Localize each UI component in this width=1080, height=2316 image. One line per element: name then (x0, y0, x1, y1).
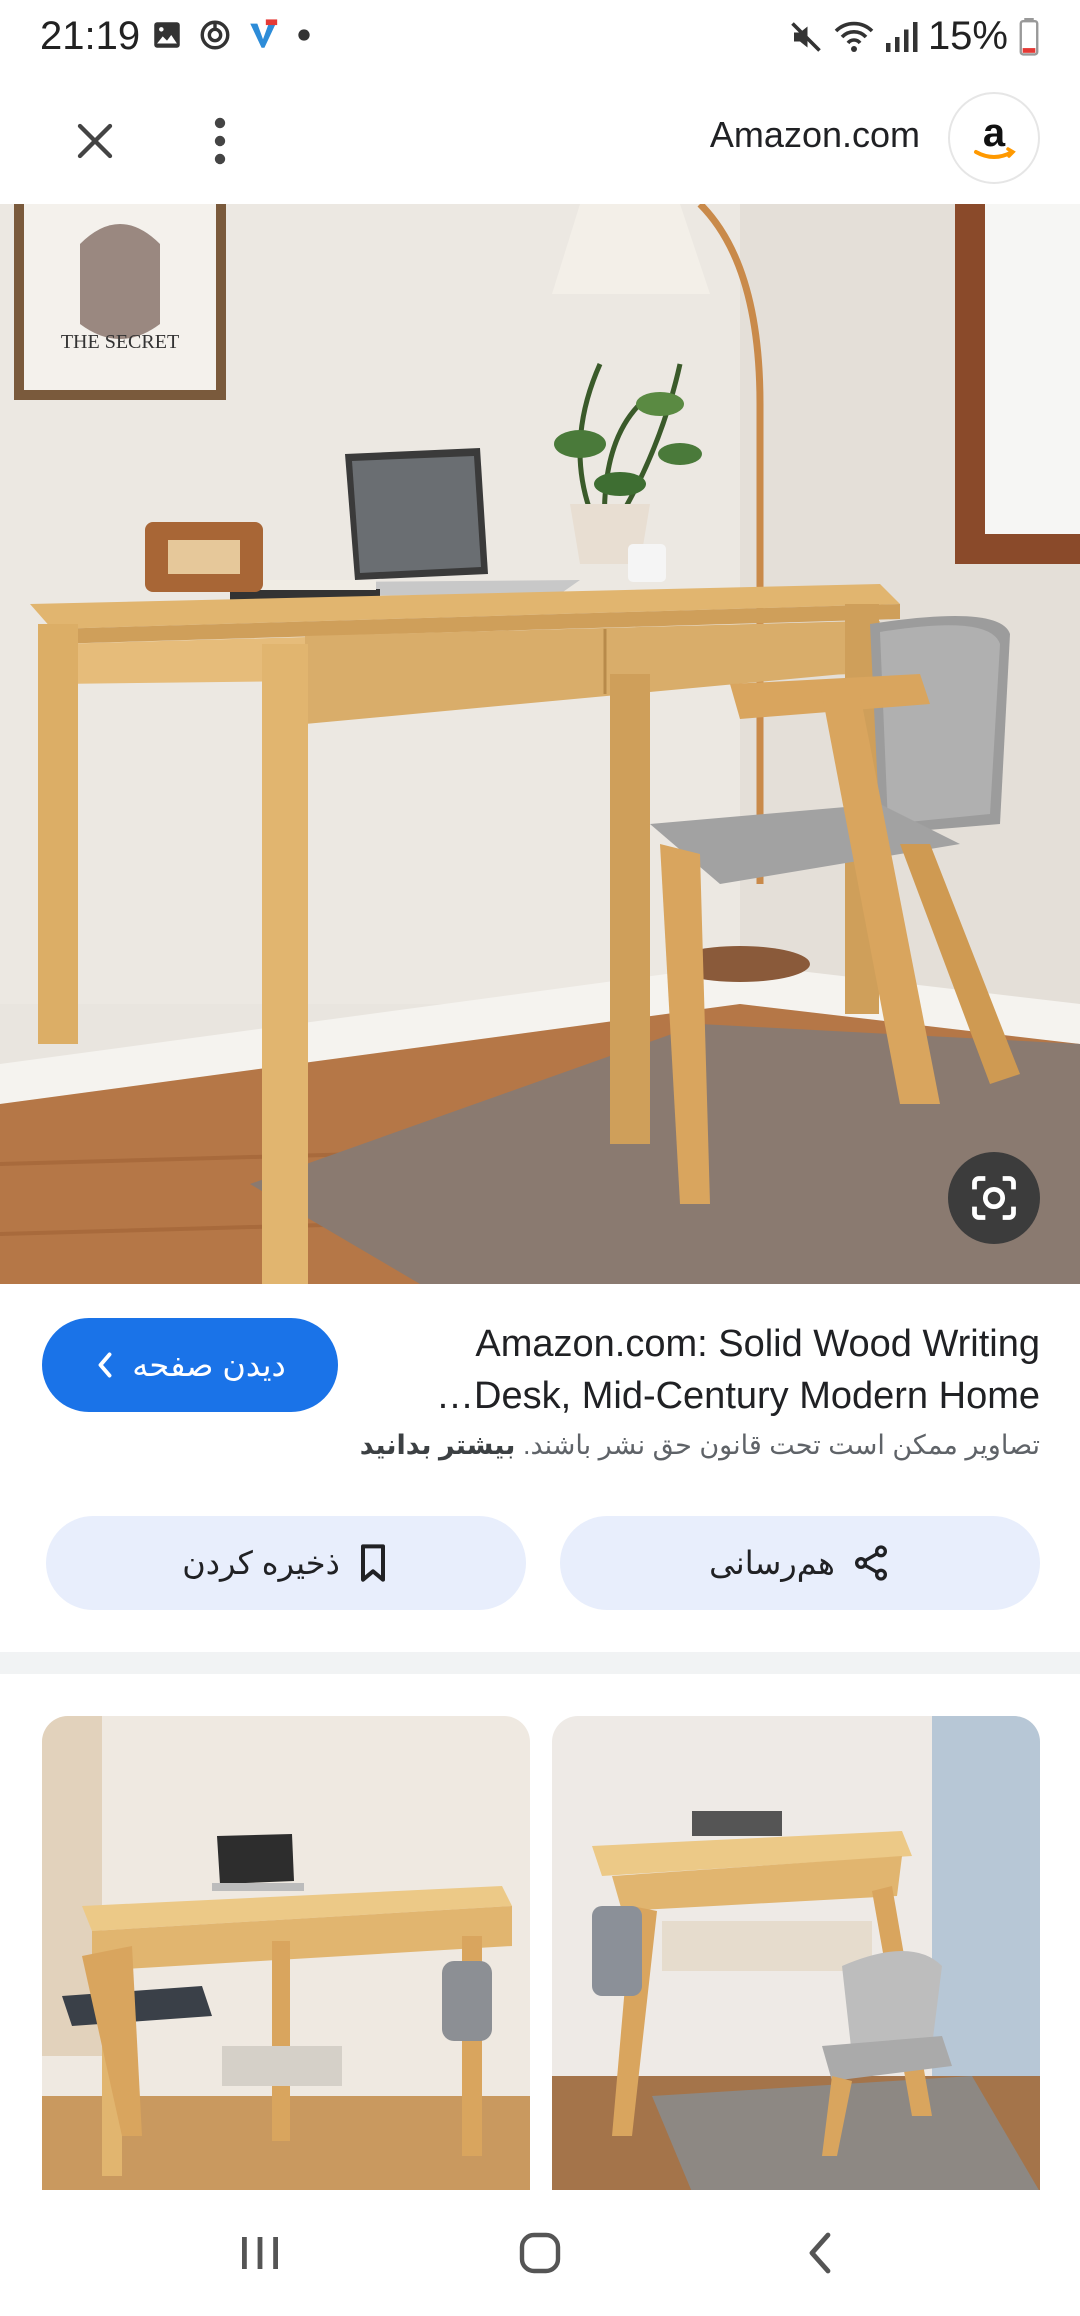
desk-photo: THE SECRET (0, 204, 1080, 1284)
svg-text:THE SECRET: THE SECRET (61, 331, 179, 353)
back-button[interactable] (760, 2208, 880, 2298)
more-options-button[interactable] (190, 108, 250, 174)
visit-page-button[interactable]: دیدن صفحه (42, 1318, 338, 1412)
status-bar: 21:19 15% (0, 0, 1080, 80)
section-divider (0, 1652, 1080, 1674)
share-label: هم‌رسانی (709, 1545, 835, 1581)
related-desk-photo (552, 1716, 1040, 2192)
result-title[interactable]: Amazon.com: Solid Wood Writing …Desk, Mi… (390, 1318, 1040, 1422)
mute-icon (791, 21, 821, 52)
result-title-line-1: Amazon.com: Solid Wood Writing (475, 1323, 1040, 1365)
system-nav-bar (0, 2190, 1080, 2316)
result-title-line-2: …Desk, Mid-Century Modern Home (436, 1375, 1040, 1417)
home-icon (519, 2232, 561, 2274)
amazon-logo-icon: a (974, 111, 1016, 159)
gallery-icon (154, 22, 180, 48)
bookmark-icon (360, 1544, 385, 1582)
close-icon (77, 123, 113, 159)
visit-page-label: دیدن صفحه (132, 1347, 286, 1383)
copyright-notice: تصاویر ممکن است تحت قانون حق نشر باشند. … (40, 1430, 1040, 1461)
lens-search-button[interactable] (948, 1152, 1040, 1244)
site-logo[interactable]: a (948, 92, 1040, 184)
chevron-left-icon (98, 1352, 112, 1378)
dot-icon (298, 29, 310, 41)
learn-more-link[interactable]: بیشتر بدانید (360, 1430, 516, 1460)
battery-percent: 15% (927, 14, 1008, 58)
battery-icon (1019, 17, 1039, 56)
recents-button[interactable] (200, 2208, 320, 2298)
related-desk-photo (42, 1716, 530, 2192)
home-button[interactable] (480, 2208, 600, 2298)
svg-text:a: a (983, 111, 1006, 155)
share-icon (854, 1545, 887, 1581)
close-button[interactable] (62, 108, 128, 174)
signal-icon (885, 21, 918, 52)
wifi-icon (834, 21, 874, 52)
sync-icon (200, 20, 230, 50)
site-name[interactable]: Amazon.com (710, 114, 920, 156)
related-image[interactable] (42, 1716, 530, 2192)
vpn-icon (250, 19, 278, 48)
status-time: 21:19 (40, 14, 141, 58)
back-icon (809, 2232, 831, 2274)
recents-icon (242, 2237, 278, 2269)
main-image[interactable]: THE SECRET (0, 204, 1080, 1284)
share-button[interactable]: هم‌رسانی (560, 1516, 1040, 1610)
lens-icon (972, 1176, 1016, 1220)
more-vert-icon (214, 117, 226, 165)
save-button[interactable]: ذخیره کردن (46, 1516, 526, 1610)
status-notification-icons (150, 18, 314, 52)
save-label: ذخیره کردن (182, 1545, 340, 1581)
copyright-text: تصاویر ممکن است تحت قانون حق نشر باشند. (522, 1430, 1040, 1460)
related-image[interactable] (552, 1716, 1040, 2192)
status-system-icons: 15% (788, 14, 1040, 59)
viewer-toolbar: Amazon.com a (0, 80, 1080, 204)
